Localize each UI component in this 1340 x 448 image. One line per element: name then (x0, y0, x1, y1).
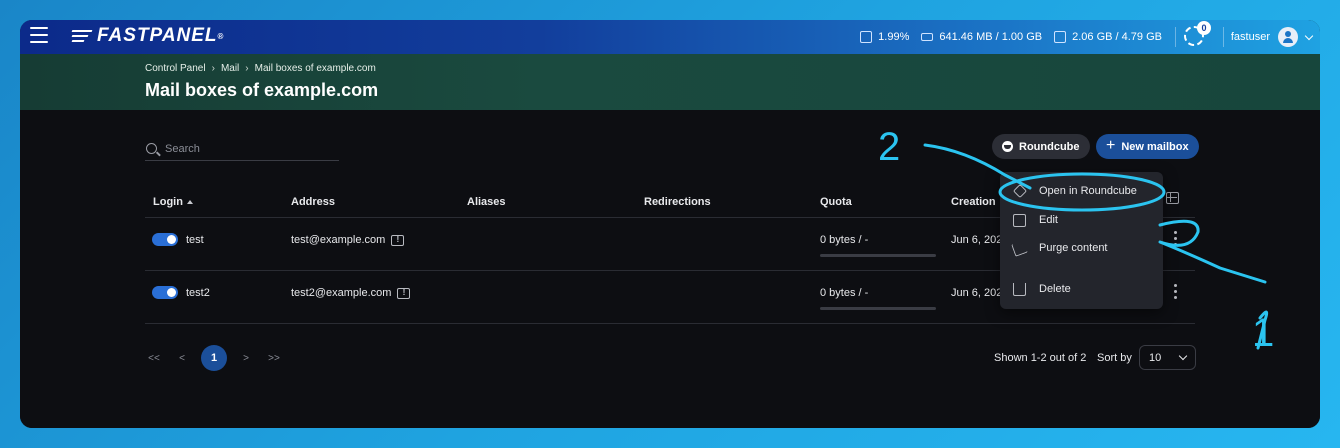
menu-open-roundcube-label: Open in Roundcube (1039, 185, 1137, 197)
page-prev[interactable]: < (173, 353, 191, 364)
username: fastuser (1230, 31, 1270, 43)
quota-bar (820, 307, 936, 310)
chevron-down-icon (1304, 31, 1314, 40)
chevron-down-icon (1178, 351, 1188, 361)
disk-stat: 2.06 GB / 4.79 GB (1054, 31, 1162, 43)
message-alert-icon[interactable] (397, 287, 411, 299)
menu-icon[interactable] (30, 27, 48, 45)
column-login-label: Login (153, 196, 183, 208)
roundcube-icon (1002, 141, 1013, 152)
page-header: Control Panel › Mail › Mail boxes of exa… (20, 54, 1320, 110)
row-address-text: test@example.com (291, 234, 386, 246)
edit-icon (1013, 213, 1026, 227)
topbar-divider (1175, 27, 1176, 47)
sort-by-label: Sort by (1097, 352, 1132, 364)
row-login[interactable]: test2 (186, 287, 210, 299)
top-bar: FASTPANEL ® 1.99% 641.46 MB / 1.00 GB 2.0… (20, 20, 1320, 54)
cpu-value: 1.99% (878, 31, 910, 43)
notifications-icon[interactable]: 0 (1184, 21, 1211, 46)
new-mailbox-button[interactable]: + New mailbox (1096, 134, 1199, 159)
row-actions-icon[interactable] (1170, 284, 1180, 302)
row-login[interactable]: test (186, 234, 204, 246)
column-address[interactable]: Address (291, 196, 335, 208)
page-last[interactable]: >> (265, 353, 283, 364)
column-creation[interactable]: Creation (951, 196, 996, 208)
row-address: test2@example.com (291, 287, 411, 299)
breadcrumb: Control Panel › Mail › Mail boxes of exa… (145, 63, 376, 74)
logo-mark-icon (71, 29, 94, 43)
page-next[interactable]: > (237, 353, 255, 364)
page-size-value: 10 (1149, 352, 1162, 364)
page-current[interactable]: 1 (201, 345, 227, 371)
ram-stat: 641.46 MB / 1.00 GB (921, 31, 1042, 43)
menu-delete-label: Delete (1039, 283, 1071, 295)
logo-registered: ® (217, 31, 225, 41)
column-login[interactable]: Login (153, 196, 193, 208)
row-actions-icon[interactable] (1170, 231, 1180, 249)
search-box[interactable] (145, 137, 339, 161)
search-icon (146, 143, 157, 154)
row-address: test@example.com (291, 234, 405, 246)
broom-icon (1011, 239, 1028, 257)
mailbox-toggle[interactable] (152, 233, 178, 246)
quota-bar (820, 254, 936, 257)
message-alert-icon[interactable] (391, 234, 405, 246)
trash-icon (1013, 282, 1026, 296)
menu-purge[interactable]: Purge content (1000, 235, 1163, 261)
breadcrumb-mail[interactable]: Mail (221, 63, 239, 74)
disk-value: 2.06 GB / 4.79 GB (1072, 31, 1162, 43)
row-context-menu: Open in Roundcube Edit Purge content Del… (1000, 172, 1163, 309)
column-quota[interactable]: Quota (820, 196, 852, 208)
row-quota: 0 bytes / - (820, 234, 869, 246)
avatar (1278, 27, 1298, 47)
cube-icon (1012, 183, 1028, 199)
row-quota: 0 bytes / - (820, 287, 869, 299)
sort-asc-icon (186, 200, 193, 205)
user-menu[interactable]: fastuser (1230, 20, 1314, 54)
cpu-stat: 1.99% (860, 31, 909, 43)
row-created: Jun 6, 202 (951, 287, 1003, 299)
disk-icon (1054, 31, 1067, 43)
pagination: << < 1 > >> (145, 345, 283, 371)
breadcrumb-separator: › (245, 63, 249, 74)
row-address-text: test2@example.com (291, 287, 392, 299)
page-size-select[interactable]: 10 (1139, 345, 1196, 370)
menu-open-roundcube[interactable]: Open in Roundcube (1000, 178, 1163, 204)
plus-icon: + (1106, 136, 1116, 154)
table-settings-icon[interactable] (1166, 192, 1179, 204)
notifications-badge: 0 (1197, 21, 1211, 35)
ram-icon (921, 33, 934, 41)
search-input[interactable] (165, 142, 325, 155)
breadcrumb-separator: › (211, 63, 215, 74)
new-mailbox-label: New mailbox (1121, 140, 1189, 153)
shown-count: Shown 1-2 out of 2 (994, 352, 1087, 364)
logo-text: FASTPANEL (97, 25, 218, 46)
breadcrumb-control-panel[interactable]: Control Panel (145, 63, 206, 74)
menu-edit-label: Edit (1039, 214, 1058, 226)
resource-stats: 1.99% 641.46 MB / 1.00 GB 2.06 GB / 4.79… (860, 20, 1162, 54)
column-aliases[interactable]: Aliases (467, 196, 506, 208)
mailbox-toggle[interactable] (152, 286, 178, 299)
fastpanel-logo[interactable]: FASTPANEL ® (71, 25, 225, 47)
menu-delete[interactable]: Delete (1000, 276, 1163, 302)
roundcube-label: Roundcube (1019, 140, 1080, 153)
roundcube-button[interactable]: Roundcube (992, 134, 1090, 159)
row-created: Jun 6, 202 (951, 234, 1003, 246)
cpu-icon (860, 31, 873, 43)
breadcrumb-current: Mail boxes of example.com (254, 63, 376, 74)
page-first[interactable]: << (145, 353, 163, 364)
menu-purge-label: Purge content (1039, 242, 1108, 254)
ram-value: 641.46 MB / 1.00 GB (939, 31, 1043, 43)
column-redirections[interactable]: Redirections (644, 196, 711, 208)
menu-edit[interactable]: Edit (1000, 207, 1163, 233)
app-window: FASTPANEL ® 1.99% 641.46 MB / 1.00 GB 2.0… (20, 20, 1320, 428)
page-title: Mail boxes of example.com (145, 80, 379, 100)
topbar-divider (1223, 27, 1224, 47)
